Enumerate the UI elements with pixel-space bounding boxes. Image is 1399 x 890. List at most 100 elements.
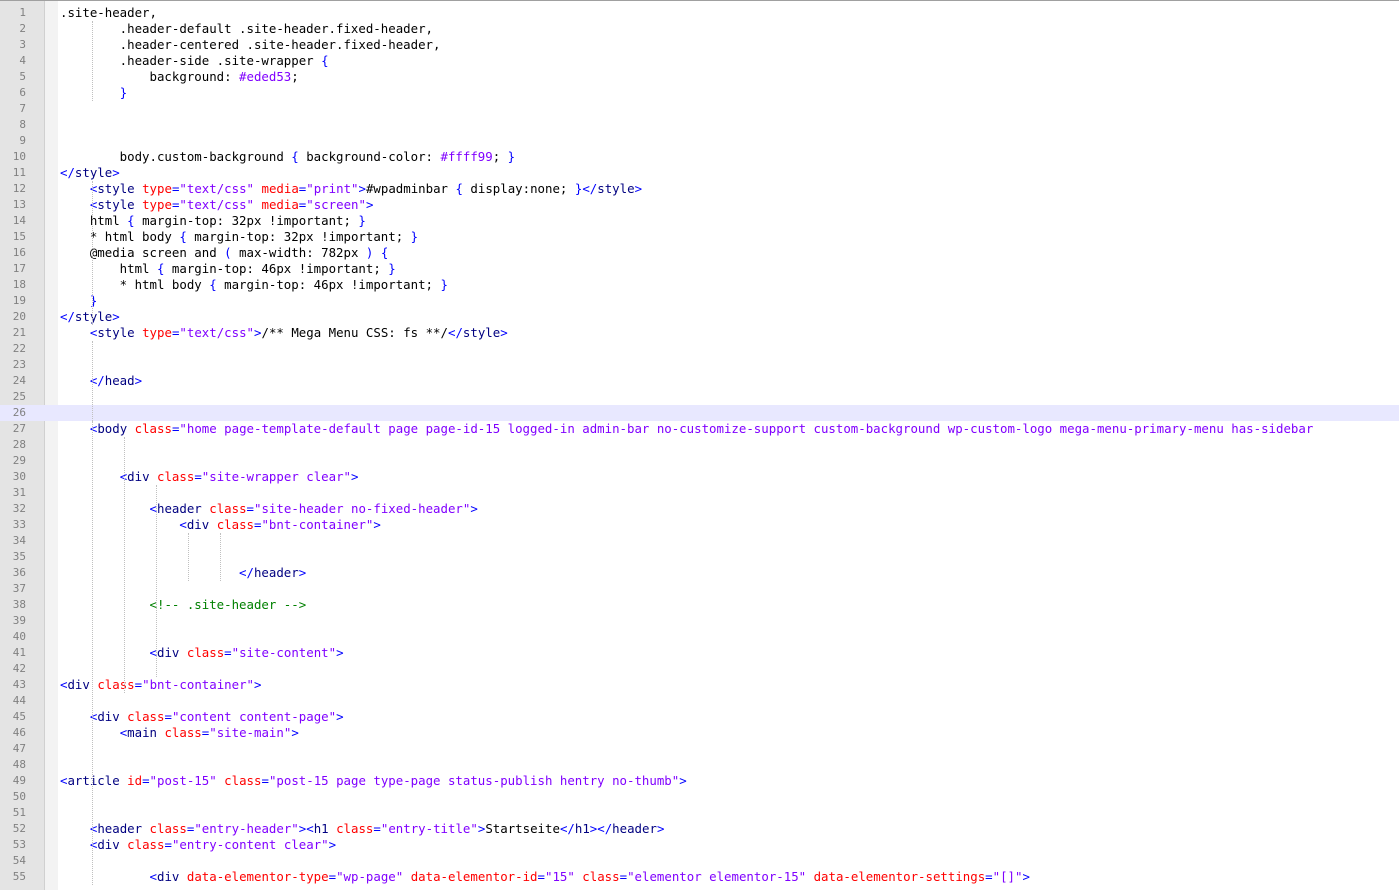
code-text: <style type="text/css" media="screen"> <box>89 197 374 212</box>
code-line[interactable]: 30 <div class="site-wrapper clear"> <box>0 469 1399 485</box>
line-number: 9 <box>19 134 26 147</box>
code-line[interactable]: 49 <article id="post-15" class="post-15 p… <box>0 773 1399 789</box>
code-line[interactable]: 6 } <box>0 85 1399 101</box>
code-text: </style> <box>60 309 120 324</box>
code-text: <header class="entry-header"><h1 class="… <box>89 821 665 836</box>
code-line[interactable]: 36 </header> <box>0 565 1399 581</box>
code-line[interactable]: 33 <div class="bnt-container"> <box>0 517 1399 533</box>
code-line[interactable]: 39 <box>0 613 1399 629</box>
code-text: <div class="site-wrapper clear"> <box>119 469 359 484</box>
code-editor[interactable]: 1 .site-header, 2 .header-default .site-he… <box>0 0 1399 890</box>
code-line[interactable]: 8 <box>0 117 1399 133</box>
code-text: body.custom-background { background-colo… <box>60 149 516 164</box>
line-number: 40 <box>12 630 26 643</box>
code-line[interactable]: 9 <box>0 133 1399 149</box>
code-line[interactable]: 21 <style type="text/css">/** Mega Menu … <box>0 325 1399 341</box>
code-line[interactable]: 18 * html body { margin-top: 46px !impor… <box>0 277 1399 293</box>
code-text: <main class="site-main"> <box>119 725 299 740</box>
line-number: 11 <box>12 166 26 179</box>
code-line[interactable]: 34 <box>0 533 1399 549</box>
code-line[interactable]: 14 html { margin-top: 32px !important; } <box>0 213 1399 229</box>
code-line[interactable]: 29 <box>0 453 1399 469</box>
code-text: <div class="bnt-container"> <box>60 677 262 692</box>
code-text: <article id="post-15" class="post-15 pag… <box>60 773 687 788</box>
code-line[interactable]: 4 .header-side .site-wrapper { <box>0 53 1399 69</box>
line-number: 45 <box>12 710 26 723</box>
line-number: 53 <box>12 838 26 851</box>
line-number: 19 <box>12 294 26 307</box>
code-line[interactable]: 43 <div class="bnt-container"> <box>0 677 1399 693</box>
code-line[interactable]: 28 <box>0 437 1399 453</box>
code-line[interactable]: 23 <box>0 357 1399 373</box>
code-text: html { margin-top: 46px !important; } <box>60 261 396 276</box>
line-number: 8 <box>19 118 26 131</box>
line-number: 35 <box>12 550 26 563</box>
code-text: </header> <box>239 565 307 580</box>
code-line[interactable]: 26 <box>0 405 1399 421</box>
code-line[interactable]: 48 <box>0 757 1399 773</box>
line-number: 34 <box>12 534 26 547</box>
code-line[interactable]: 13 <style type="text/css" media="screen"… <box>0 197 1399 213</box>
code-line[interactable]: 10 body.custom-background { background-c… <box>0 149 1399 165</box>
line-number: 33 <box>12 518 26 531</box>
code-line[interactable]: 24 </head> <box>0 373 1399 389</box>
code-line[interactable]: 32 <header class="site-header no-fixed-h… <box>0 501 1399 517</box>
code-line[interactable]: 11 </style> <box>0 165 1399 181</box>
code-line[interactable]: 50 <box>0 789 1399 805</box>
indent-guide <box>92 341 93 421</box>
code-text: .site-header, <box>60 5 157 20</box>
code-line[interactable]: 17 html { margin-top: 46px !important; } <box>0 261 1399 277</box>
code-line[interactable]: 7 <box>0 101 1399 117</box>
line-number: 36 <box>12 566 26 579</box>
code-line[interactable]: 16 @media screen and ( max-width: 782px … <box>0 245 1399 261</box>
line-number: 42 <box>12 662 26 675</box>
line-number: 28 <box>12 438 26 451</box>
code-line[interactable]: 27 <body class="home page-template-defau… <box>0 421 1399 437</box>
code-line[interactable]: 15 * html body { margin-top: 32px !impor… <box>0 229 1399 245</box>
code-line[interactable]: 54 <box>0 853 1399 869</box>
indent-guide <box>92 181 93 325</box>
line-number: 16 <box>12 246 26 259</box>
line-number: 30 <box>12 470 26 483</box>
code-line[interactable]: 5 background: #eded53; <box>0 69 1399 85</box>
code-line[interactable]: 46 <main class="site-main"> <box>0 725 1399 741</box>
code-line[interactable]: 42 <box>0 661 1399 677</box>
code-line[interactable]: 41 <div class="site-content"> <box>0 645 1399 661</box>
line-number: 50 <box>12 790 26 803</box>
code-line[interactable]: 37 <box>0 581 1399 597</box>
code-text: <header class="site-header no-fixed-head… <box>149 501 478 516</box>
code-text: <div data-elementor-type="wp-page" data-… <box>149 869 1030 884</box>
code-line[interactable]: 2 .header-default .site-header.fixed-hea… <box>0 21 1399 37</box>
code-line[interactable]: 52 <header class="entry-header"><h1 clas… <box>0 821 1399 837</box>
line-number: 55 <box>12 870 26 883</box>
code-line[interactable]: 40 <box>0 629 1399 645</box>
line-number: 24 <box>12 374 26 387</box>
code-text: background: #eded53; <box>60 69 299 84</box>
line-number: 25 <box>12 390 26 403</box>
line-number: 48 <box>12 758 26 771</box>
code-line[interactable]: 53 <div class="entry-content clear"> <box>0 837 1399 853</box>
code-line[interactable]: 35 <box>0 549 1399 565</box>
code-text: } <box>119 85 128 100</box>
code-line[interactable]: 31 <box>0 485 1399 501</box>
indent-guide <box>188 533 189 581</box>
code-line[interactable]: 25 <box>0 389 1399 405</box>
line-number: 27 <box>12 422 26 435</box>
code-line[interactable]: 12 <style type="text/css" media="print">… <box>0 181 1399 197</box>
code-line[interactable]: 47 <box>0 741 1399 757</box>
code-line[interactable]: 1 .site-header, <box>0 5 1399 21</box>
code-line[interactable]: 44 <box>0 693 1399 709</box>
code-line[interactable]: 3 .header-centered .site-header.fixed-he… <box>0 37 1399 53</box>
code-line[interactable]: 20 </style> <box>0 309 1399 325</box>
code-line[interactable]: 38 <!-- .site-header --> <box>0 597 1399 613</box>
code-line[interactable]: 55 <div data-elementor-type="wp-page" da… <box>0 869 1399 885</box>
line-number: 7 <box>19 102 26 115</box>
code-text: </style> <box>60 165 120 180</box>
code-line[interactable]: 22 <box>0 341 1399 357</box>
line-number: 51 <box>12 806 26 819</box>
code-text: .header-side .site-wrapper { <box>60 53 329 68</box>
code-line[interactable]: 45 <div class="content content-page"> <box>0 709 1399 725</box>
code-line[interactable]: 19 } <box>0 293 1399 309</box>
indent-guide <box>92 21 93 101</box>
code-line[interactable]: 51 <box>0 805 1399 821</box>
